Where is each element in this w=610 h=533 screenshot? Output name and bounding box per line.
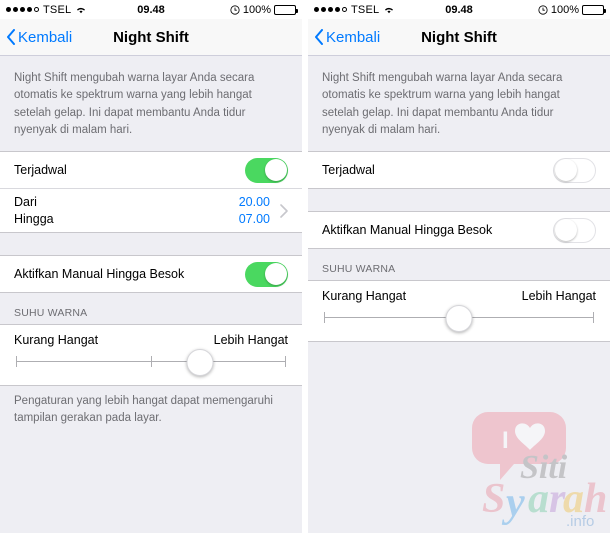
settings-content: Night Shift mengubah warna layar Anda se… xyxy=(308,56,610,533)
color-temp-slider[interactable] xyxy=(16,349,286,376)
schedule-group: Terjadwal xyxy=(308,151,610,189)
manual-group: Aktifkan Manual Hingga Besok xyxy=(0,255,302,293)
alarm-clock-icon xyxy=(538,4,548,15)
row-scheduled[interactable]: Terjadwal xyxy=(0,152,302,188)
status-bar-right: 100% xyxy=(151,3,298,16)
manual-enable-label: Aktifkan Manual Hingga Besok xyxy=(14,267,185,281)
battery-percentage: 100% xyxy=(242,3,271,16)
screen-left: TSEL 09.48 100% Kembali Night Shift Nigh… xyxy=(0,0,302,533)
color-temp-max-label: Lebih Hangat xyxy=(521,289,596,303)
color-temp-group: Kurang Hangat Lebih Hangat xyxy=(0,324,302,386)
scheduled-toggle[interactable] xyxy=(553,157,596,183)
night-shift-description: Night Shift mengubah warna layar Anda se… xyxy=(322,72,563,136)
battery-icon xyxy=(274,4,298,15)
status-bar: TSEL 09.48 100% xyxy=(0,0,302,19)
slider-tick-max xyxy=(285,356,286,367)
schedule-from: Dari 20.00 xyxy=(14,194,270,211)
manual-group: Aktifkan Manual Hingga Besok xyxy=(308,211,610,249)
schedule-group: Terjadwal Dari 20.00 Hingga 07.00 xyxy=(0,151,302,233)
row-schedule-times[interactable]: Dari 20.00 Hingga 07.00 xyxy=(0,188,302,232)
manual-enable-toggle[interactable] xyxy=(553,217,596,243)
schedule-times: Dari 20.00 Hingga 07.00 xyxy=(14,193,270,228)
schedule-from-value: 20.00 xyxy=(238,194,270,209)
status-bar-left: TSEL xyxy=(314,4,459,16)
chevron-left-icon xyxy=(314,29,324,45)
back-button[interactable]: Kembali xyxy=(308,29,380,46)
back-button-label: Kembali xyxy=(326,28,381,46)
row-scheduled[interactable]: Terjadwal xyxy=(308,152,610,188)
wifi-icon xyxy=(383,5,395,15)
row-manual-enable[interactable]: Aktifkan Manual Hingga Besok xyxy=(308,212,610,248)
schedule-from-label: Dari xyxy=(14,194,37,209)
color-temp-min-label: Kurang Hangat xyxy=(14,333,99,347)
color-temp-slider[interactable] xyxy=(324,305,594,332)
manual-enable-label: Aktifkan Manual Hingga Besok xyxy=(322,223,493,237)
battery-percentage: 100% xyxy=(550,3,579,16)
slider-tick-mid xyxy=(151,356,152,367)
slider-tick-max xyxy=(593,312,594,323)
chevron-right-icon xyxy=(280,203,288,218)
color-temp-labels: Kurang Hangat Lebih Hangat xyxy=(322,289,596,303)
color-temp-group: Kurang Hangat Lebih Hangat xyxy=(308,280,610,342)
manual-enable-toggle[interactable] xyxy=(245,261,288,287)
slider-tick-min xyxy=(324,312,325,323)
color-temp-max-label: Lebih Hangat xyxy=(213,333,288,347)
color-temp-min-label: Kurang Hangat xyxy=(322,289,407,303)
navigation-bar: Kembali Night Shift xyxy=(0,19,302,56)
status-bar-right: 100% xyxy=(459,3,606,16)
alarm-clock-icon xyxy=(230,4,240,15)
color-temp-footnote: Pengaturan yang lebih hangat dapat memen… xyxy=(14,395,273,424)
chevron-left-icon xyxy=(6,29,16,45)
schedule-to: Hingga 07.00 xyxy=(14,211,270,228)
schedule-to-value: 07.00 xyxy=(238,211,270,226)
slider-tick-min xyxy=(16,356,17,367)
color-temp-section-header: SUHU WARNA xyxy=(322,263,396,275)
settings-content: Night Shift mengubah warna layar Anda se… xyxy=(0,56,302,533)
screen-right: TSEL 09.48 100% Kembali Night Shift Nigh… xyxy=(308,0,610,533)
signal-strength-icon xyxy=(314,7,347,12)
back-button-label: Kembali xyxy=(18,28,73,46)
scheduled-label: Terjadwal xyxy=(14,163,67,177)
row-manual-enable[interactable]: Aktifkan Manual Hingga Besok xyxy=(0,256,302,292)
color-temp-labels: Kurang Hangat Lebih Hangat xyxy=(14,333,288,347)
carrier-name: TSEL xyxy=(351,3,380,16)
status-bar: TSEL 09.48 100% xyxy=(308,0,610,19)
carrier-name: TSEL xyxy=(43,3,72,16)
back-button[interactable]: Kembali xyxy=(0,29,72,46)
schedule-to-label: Hingga xyxy=(14,211,54,226)
status-bar-left: TSEL xyxy=(6,4,151,16)
wifi-icon xyxy=(75,5,87,15)
slider-thumb[interactable] xyxy=(186,349,214,376)
signal-strength-icon xyxy=(6,7,39,12)
scheduled-toggle[interactable] xyxy=(245,157,288,183)
color-temp-section-header: SUHU WARNA xyxy=(14,307,88,319)
slider-thumb[interactable] xyxy=(445,305,473,332)
dual-screenshot-container: TSEL 09.48 100% Kembali Night Shift Nigh… xyxy=(0,0,610,533)
battery-icon xyxy=(582,4,606,15)
scheduled-label: Terjadwal xyxy=(322,163,375,177)
navigation-bar: Kembali Night Shift xyxy=(308,19,610,56)
night-shift-description: Night Shift mengubah warna layar Anda se… xyxy=(14,72,255,136)
